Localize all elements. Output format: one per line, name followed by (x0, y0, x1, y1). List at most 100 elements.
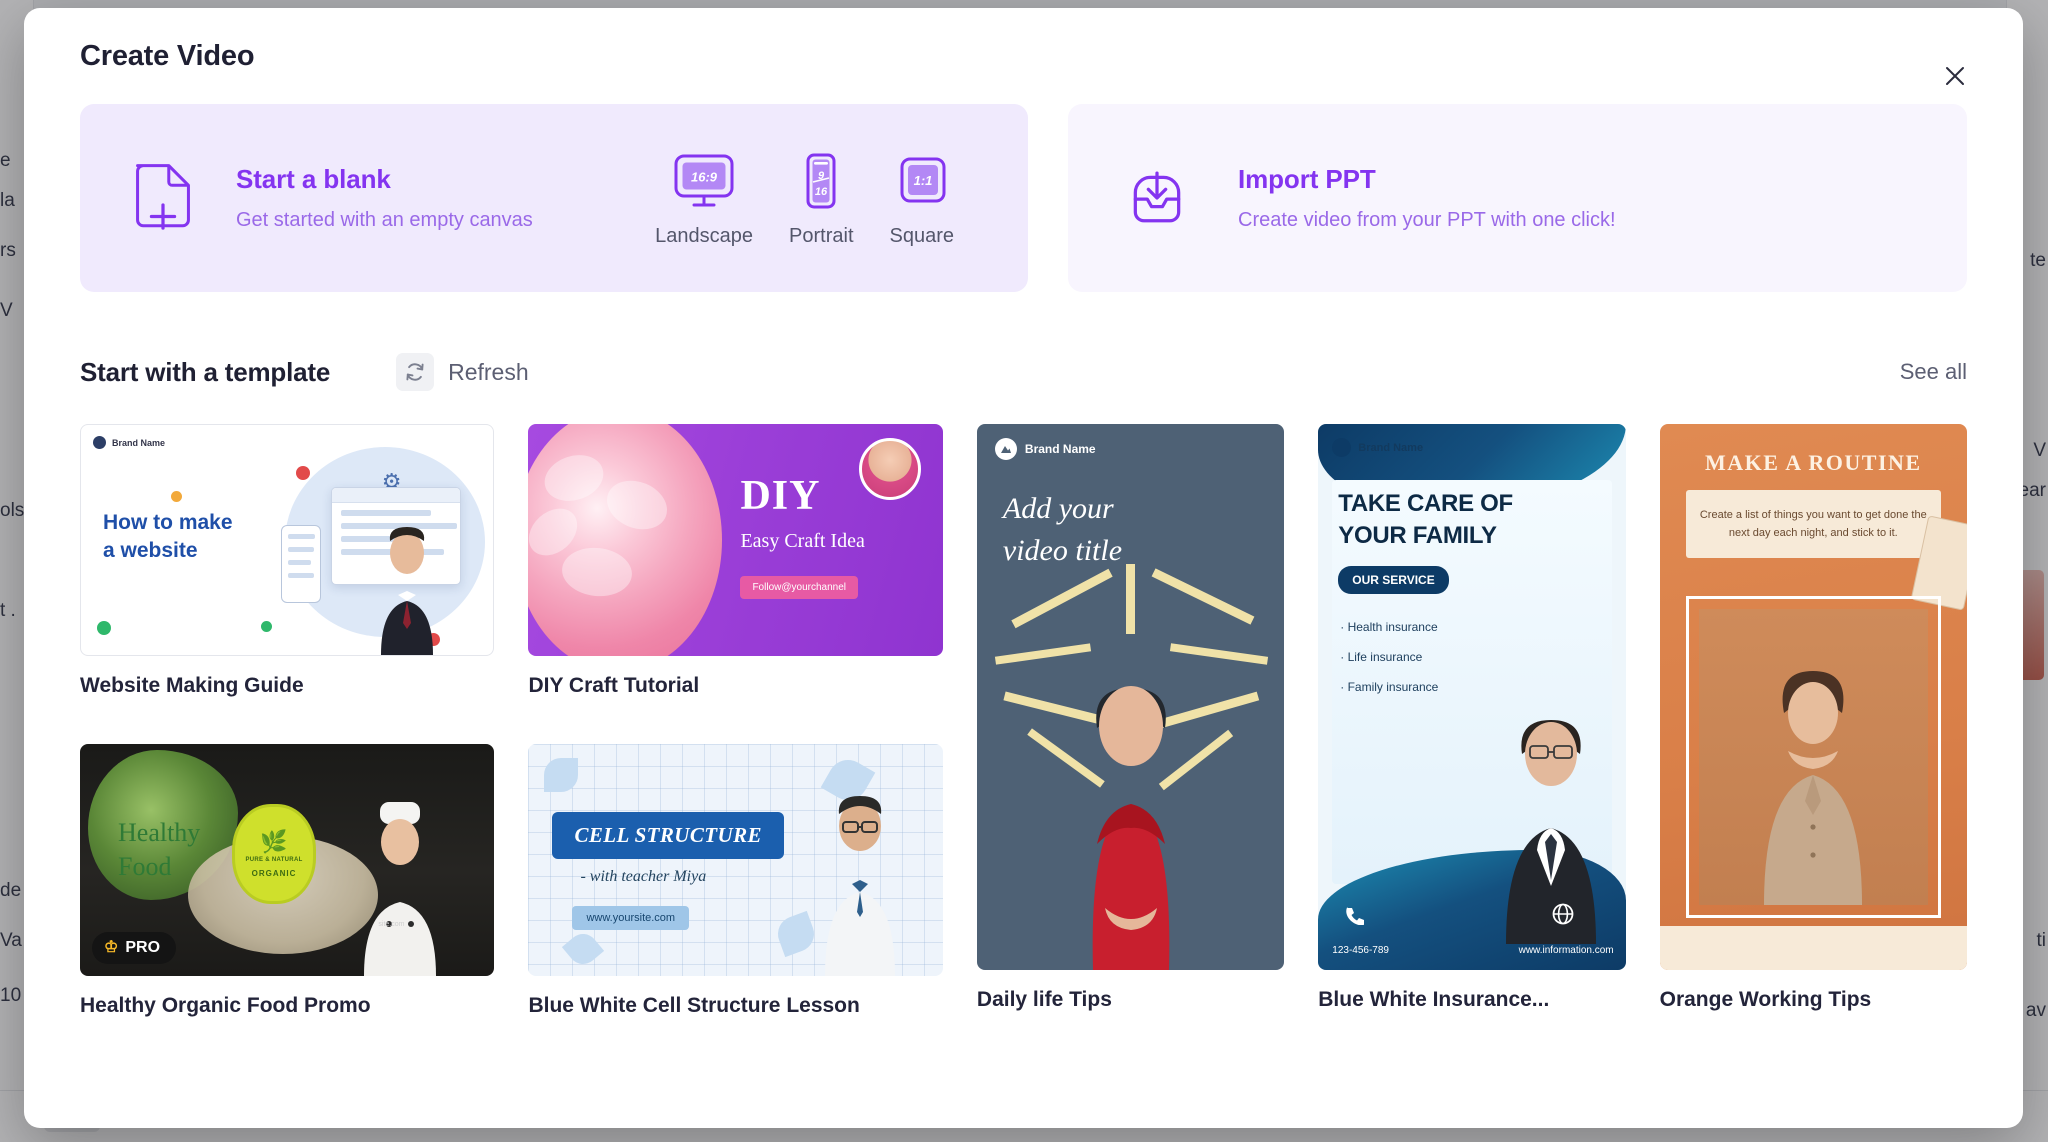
thumb-brand: Brand Name (93, 436, 165, 449)
thumb-site: www.yoursite.com (572, 906, 690, 930)
thumb-site-text: site.com (378, 921, 405, 928)
thumb-heading: DIY (740, 473, 821, 519)
thumb-bullet: · Health insurance (1340, 620, 1438, 634)
petal (600, 472, 675, 538)
brand-name: Brand Name (1358, 441, 1424, 454)
thumb-follow-badge: Follow@yourchannel (740, 576, 858, 599)
scientist-figure (824, 796, 895, 976)
template-title: Website Making Guide (80, 674, 304, 697)
start-blank-panel[interactable]: Start a blank Get started with an empty … (80, 104, 1028, 292)
square-icon: 1:1 (900, 157, 946, 202)
browser-line (341, 510, 432, 516)
close-button[interactable] (1935, 56, 1975, 96)
pro-badge-label: PRO (125, 939, 161, 956)
ratio-option-square[interactable]: 1:1 Square (889, 149, 955, 248)
thumb-website: www.information.com (1518, 945, 1614, 956)
flower-graphic (528, 424, 723, 656)
template-title: Blue White Insurance... (1318, 988, 1550, 1011)
sunburst-ray (1011, 568, 1113, 629)
leaf-icon: 🌿 (260, 828, 288, 854)
template-column: Brand Name Add your video title Daily li… (976, 424, 1285, 1018)
template-card-orange-working-tips[interactable]: MAKE A ROUTINE Create a list of things y… (1659, 424, 1967, 1012)
thumb-banner: CELL STRUCTURE (552, 812, 784, 859)
creation-options: Start a blank Get started with an empty … (24, 104, 2023, 292)
thumb-heading-line1: How to make (103, 511, 233, 534)
template-thumbnail: Brand Name Add your video title (976, 424, 1285, 970)
templates-section-title: Start with a template (80, 356, 331, 387)
template-title: Daily life Tips (976, 988, 1112, 1011)
ratio-option-portrait[interactable]: 9 16 Portrait (789, 149, 854, 248)
thumb-bullet: · Life insurance (1340, 650, 1423, 664)
service-badge: OUR SERVICE (1338, 566, 1449, 594)
thumb-heading-line2: YOUR FAMILY (1338, 522, 1497, 549)
template-column: Brand Name TAKE CARE OF YOUR FAMILY OUR … (1318, 424, 1626, 1018)
globe-icon (1552, 903, 1574, 930)
template-thumbnail: Brand Name How to make a website ⚙ (80, 424, 495, 656)
import-ppt-subtitle: Create video from your PPT with one clic… (1238, 209, 1616, 231)
template-column: DIY Easy Craft Idea Follow@yourchannel D… (528, 424, 943, 1018)
see-all-link[interactable]: See all (1900, 359, 1967, 385)
model-figure (1764, 671, 1863, 905)
phone-portrait-icon: 9 16 (806, 153, 836, 208)
refresh-icon (406, 363, 424, 381)
template-card-healthy-organic-food-promo[interactable]: Healthy Food 🌿 PURE & NATURAL ORGANIC si… (80, 744, 495, 1018)
thumb-heading-line1: Healthy (118, 818, 201, 847)
thumb-phone-number: 123-456-789 (1332, 945, 1389, 956)
template-title: Blue White Cell Structure Lesson (528, 994, 860, 1017)
start-blank-heading: Start a blank (236, 164, 391, 194)
close-icon (1946, 67, 1964, 85)
thumb-note: Create a list of things you want to get … (1685, 490, 1941, 559)
template-card-website-making-guide[interactable]: Brand Name How to make a website ⚙ Websi… (80, 424, 495, 698)
phone-glyph (1346, 907, 1365, 926)
presenter-figure (381, 527, 434, 655)
thumb-brand: Brand Name (1332, 438, 1423, 457)
mountain-icon (1000, 446, 1011, 453)
import-ppt-panel[interactable]: Import PPT Create video from your PPT wi… (1068, 104, 1967, 292)
model-figure (1092, 686, 1169, 970)
ratio-label-square: Square (889, 224, 955, 247)
thumb-brand: Brand Name (994, 438, 1096, 460)
create-video-dialog: Create Video Start a blank Get started w… (24, 8, 2023, 1128)
brand-logo-icon (994, 438, 1017, 460)
svg-text:1:1: 1:1 (913, 173, 932, 188)
template-thumbnail: Brand Name TAKE CARE OF YOUR FAMILY OUR … (1318, 424, 1626, 970)
thumb-heading-line2: a website (103, 539, 198, 563)
dialog-header: Create Video (24, 8, 2023, 104)
refresh-button[interactable]: Refresh (396, 353, 529, 391)
phone-mockup (281, 525, 321, 603)
svg-text:16: 16 (815, 186, 828, 198)
seal-small-text: PURE & NATURAL (245, 856, 303, 863)
refresh-label: Refresh (448, 358, 529, 385)
template-card-diy-craft-tutorial[interactable]: DIY Easy Craft Idea Follow@yourchannel D… (528, 424, 943, 698)
accent-dot (261, 621, 272, 632)
refresh-icon-box (396, 353, 435, 391)
thumb-teacher: - with teacher Miya (580, 868, 707, 885)
thumb-heading-line1: Add your (1002, 492, 1114, 525)
phone-line (288, 573, 314, 578)
seal-large-text: ORGANIC (251, 868, 297, 878)
phone-line (288, 547, 314, 552)
template-card-blue-white-insurance[interactable]: Brand Name TAKE CARE OF YOUR FAMILY OUR … (1318, 424, 1626, 1012)
photo-area (1698, 609, 1928, 905)
thumb-heading-line2: Food (118, 852, 172, 881)
template-title: Orange Working Tips (1659, 988, 1872, 1011)
import-tray-icon (1133, 171, 1181, 223)
ratio-option-landscape[interactable]: 16:9 Landscape (655, 149, 753, 248)
sunburst-ray (1151, 568, 1255, 625)
thumb-heading-line2: video title (1002, 534, 1123, 567)
base-strip (1659, 926, 1967, 970)
page-title: Create Video (80, 39, 255, 72)
phone-line (288, 560, 311, 565)
start-blank-subtitle: Get started with an empty canvas (236, 209, 533, 231)
globe-glyph (1552, 903, 1574, 925)
template-card-daily-life-tips[interactable]: Brand Name Add your video title Daily li… (976, 424, 1285, 1012)
accent-dot (296, 466, 310, 480)
template-column: MAKE A ROUTINE Create a list of things y… (1659, 424, 1967, 1018)
template-card-blue-white-cell-structure-lesson[interactable]: CELL STRUCTURE - with teacher Miya www.y… (528, 744, 943, 1018)
brand-logo-icon (93, 436, 106, 449)
thumb-heading-line1: TAKE CARE OF (1338, 490, 1513, 517)
template-thumbnail: DIY Easy Craft Idea Follow@yourchannel (528, 424, 943, 656)
template-title: DIY Craft Tutorial (528, 674, 700, 697)
template-title: Healthy Organic Food Promo (80, 994, 371, 1017)
browser-toolbar (332, 488, 461, 503)
